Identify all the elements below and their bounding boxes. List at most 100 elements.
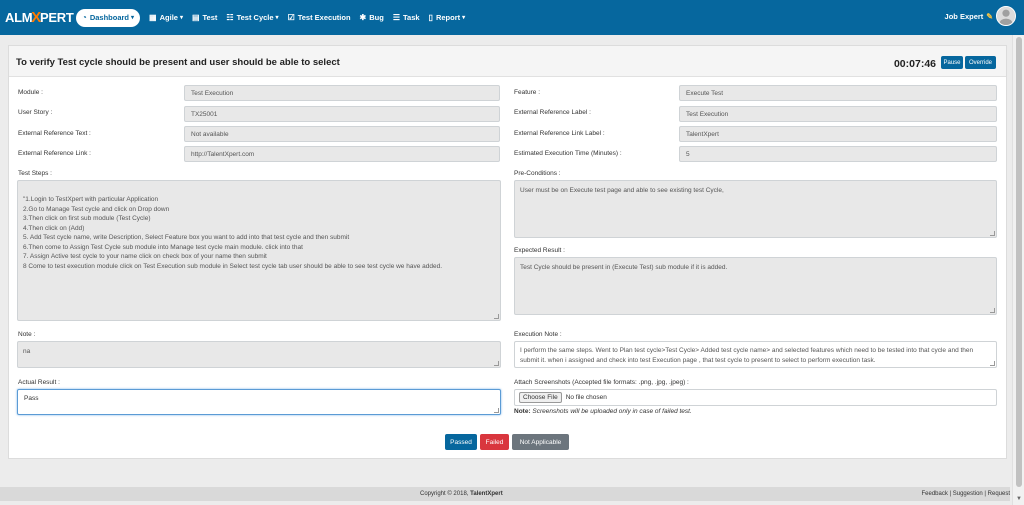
- ext-ref-label-label: External Reference Label :: [514, 109, 591, 116]
- logo-text-left: ALM: [5, 10, 33, 25]
- resize-grip-icon[interactable]: [494, 408, 499, 413]
- nav-item-bug[interactable]: ✱ Bug: [360, 9, 384, 27]
- actual-result-input[interactable]: Pass: [17, 389, 501, 415]
- test-steps-field: "1.Login to TestXpert with particular Ap…: [17, 180, 501, 321]
- report-icon: ▯: [428, 13, 433, 22]
- execution-note-value: I perform the same steps. Went to Plan t…: [520, 347, 974, 364]
- test-icon: ▤: [191, 13, 200, 22]
- page-scrollbar[interactable]: ▼: [1012, 35, 1024, 505]
- ext-ref-text-label: External Reference Text :: [18, 130, 91, 137]
- not-applicable-button[interactable]: Not Applicable: [512, 434, 569, 450]
- task-icon: ☰: [392, 13, 400, 22]
- test-steps-list: "1.Login to TestXpert with particular Ap…: [23, 195, 495, 271]
- bug-icon: ✱: [359, 13, 367, 22]
- page-title: To verify Test cycle should be present a…: [16, 57, 340, 68]
- nav-item-agile[interactable]: ▦ Agile ▾: [149, 9, 183, 27]
- test-steps-label: Test Steps :: [18, 170, 52, 177]
- user-name[interactable]: Job Expert: [945, 12, 984, 21]
- user-avatar-icon: [997, 7, 1015, 25]
- nav-item-report[interactable]: ▯ Report ▾: [429, 9, 466, 27]
- nav-item-task[interactable]: ☰ Task: [393, 9, 420, 27]
- nav-item-label: Test: [202, 13, 218, 22]
- chevron-down-icon: ▾: [179, 15, 183, 21]
- nav-item-test-execution[interactable]: ☑ Test Execution: [288, 9, 351, 27]
- test-step-line: 6.Then come to Assign Test Cycle sub mod…: [23, 243, 303, 251]
- expected-result-label: Expected Result :: [514, 247, 565, 254]
- attach-note-text: Screenshots will be uploaded only in cas…: [532, 408, 692, 415]
- avatar[interactable]: [996, 6, 1016, 26]
- resize-grip-icon[interactable]: [494, 361, 499, 366]
- expected-result-field: Test Cycle should be present in (Execute…: [514, 257, 997, 315]
- agile-icon: ▦: [149, 13, 157, 22]
- test-step-line: "1.Login to TestXpert with particular Ap…: [23, 196, 159, 203]
- no-file-chosen-text: No file chosen: [565, 394, 607, 401]
- actual-result-label: Actual Result :: [18, 379, 60, 386]
- top-navbar: ALM X PERT ◔ Dashboard ▾ ▦ Agile ▾ ▤ Test ☷ Test Cy…: [0, 0, 1024, 35]
- chevron-down-icon: ▾: [275, 15, 279, 21]
- nav-item-label: Bug: [369, 13, 384, 22]
- nav-item-test-cycle[interactable]: ☷ Test Cycle ▾: [226, 9, 278, 27]
- nav-item-dashboard[interactable]: ◔ Dashboard ▾: [76, 8, 141, 27]
- user-story-field: TX25001: [184, 106, 500, 122]
- ext-ref-link-label-label: External Reference Link Label :: [514, 130, 605, 137]
- resize-grip-icon[interactable]: [990, 231, 995, 236]
- attach-note: Note: Screenshots will be uploaded only …: [514, 408, 692, 415]
- preconditions-label: Pre-Conditions :: [514, 170, 561, 177]
- copyright-brand: TalentXpert: [470, 491, 503, 497]
- card-header: To verify Test cycle should be present a…: [9, 46, 1006, 77]
- chevron-down-icon: ▾: [131, 15, 135, 21]
- pause-button[interactable]: Pause: [941, 56, 963, 69]
- est-time-field: 5: [679, 146, 997, 162]
- check-square-icon: ☑: [287, 13, 295, 22]
- override-button[interactable]: Override: [965, 56, 996, 69]
- resize-grip-icon[interactable]: [990, 361, 995, 366]
- module-label: Module :: [18, 89, 43, 96]
- est-time-label: Estimated Execution Time (Minutes) :: [514, 150, 622, 157]
- actual-result-value: Pass: [24, 395, 39, 402]
- expected-result-value: Test Cycle should be present in (Execute…: [520, 264, 728, 271]
- nav-item-label: Agile: [159, 13, 178, 22]
- test-step-line: 7. Assign Active test cycle to your name…: [23, 253, 267, 260]
- note-value: na: [23, 348, 31, 355]
- nav-item-label: Test Cycle: [236, 13, 274, 22]
- preconditions-field: User must be on Execute test page and ab…: [514, 180, 997, 238]
- ext-ref-link-field: http://TalentXpert.com: [184, 146, 500, 162]
- nav-item-test[interactable]: ▤ Test: [192, 9, 217, 27]
- app-logo[interactable]: ALM X PERT: [0, 9, 76, 26]
- nav-item-label: Task: [403, 13, 420, 22]
- user-story-label: User Story :: [18, 109, 53, 116]
- passed-button[interactable]: Passed: [445, 434, 477, 450]
- attach-screenshots-label: Attach Screenshots (Accepted file format…: [514, 379, 689, 386]
- ext-ref-label-field: Test Execution: [679, 106, 997, 122]
- resize-grip-icon[interactable]: [990, 308, 995, 313]
- test-step-line: 5. Add Test cycle name, write Descriptio…: [23, 234, 350, 241]
- nav-item-label: Test Execution: [297, 13, 351, 22]
- chevron-down-icon: ▾: [462, 15, 466, 21]
- module-field: Test Execution: [184, 85, 500, 101]
- logo-text-right: PERT: [39, 10, 74, 25]
- test-step-line: 2.Go to Manage Test cycle and click on D…: [23, 205, 170, 213]
- resize-grip-icon[interactable]: [494, 314, 499, 319]
- scrollbar-thumb[interactable]: [1016, 37, 1022, 487]
- page-footer: Copyright © 2018, TalentXpert Feedback |…: [0, 487, 1010, 501]
- test-step-line: 3.Then click on first sub module (Test C…: [23, 215, 151, 222]
- execution-note-input[interactable]: I perform the same steps. Went to Plan t…: [514, 341, 997, 368]
- test-cycle-icon: ☷: [226, 13, 234, 22]
- user-menu[interactable]: Job Expert ✎: [945, 6, 1016, 26]
- execution-timer: 00:07:46: [893, 58, 936, 70]
- test-execution-card: To verify Test cycle should be present a…: [8, 45, 1007, 459]
- attach-note-label: Note:: [514, 408, 531, 415]
- ext-ref-text-field: Not available: [184, 126, 500, 142]
- failed-button[interactable]: Failed: [480, 434, 509, 450]
- feature-label: Feature :: [514, 89, 541, 96]
- ext-ref-link-label: External Reference Link :: [18, 150, 91, 157]
- nav-item-label: Dashboard: [89, 13, 130, 22]
- test-step-line: 8 Come to test execution module click on…: [23, 262, 443, 270]
- scroll-down-arrow-icon[interactable]: ▼: [1016, 496, 1022, 502]
- copyright-text: Copyright © 2018, TalentXpert: [420, 491, 503, 497]
- file-input[interactable]: Choose File No file chosen: [514, 389, 997, 406]
- footer-links[interactable]: Feedback | Suggestion | Request: [921, 491, 1010, 497]
- pencil-icon[interactable]: ✎: [986, 12, 993, 21]
- choose-file-button[interactable]: Choose File: [519, 392, 562, 403]
- execution-note-label: Execution Note :: [514, 331, 562, 338]
